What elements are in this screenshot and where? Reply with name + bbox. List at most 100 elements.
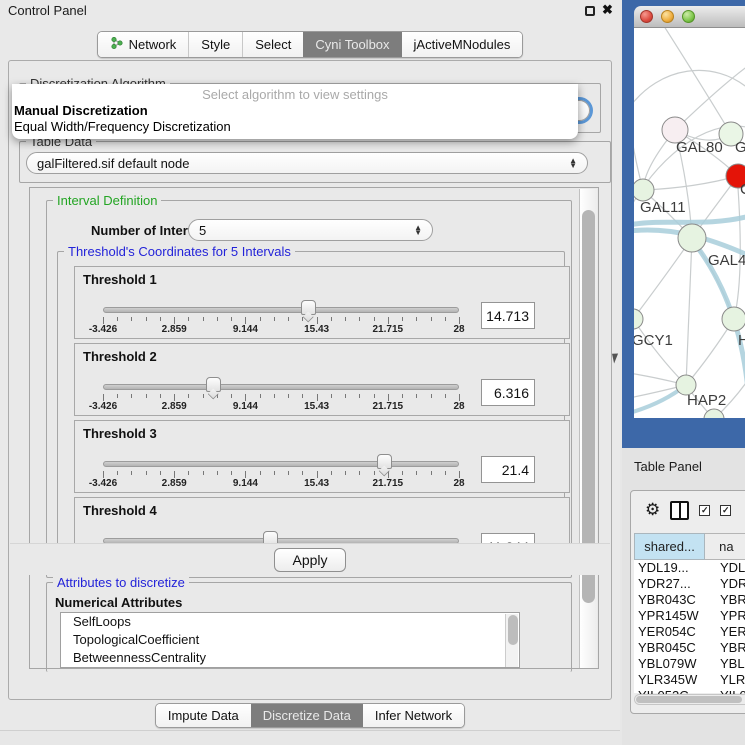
attributes-list-scrollbar-thumb[interactable] [508,615,518,645]
slider-tick [188,394,189,398]
checkbox-checked-icon[interactable]: ✓ [720,505,731,516]
zoom-traffic-light-icon[interactable] [682,10,695,23]
table-cell-name[interactable]: YPR1 [715,608,745,624]
slider-tick [359,471,360,475]
tab-jactivemnodules[interactable]: jActiveMNodules [402,32,523,57]
table-cell-name[interactable]: YBL0 [715,656,745,672]
table-cell-name[interactable]: YLR3 [715,672,745,688]
threshold-3-slider-track[interactable] [103,461,459,467]
bottom-tab-discretize-data[interactable]: Discretize Data [251,704,363,727]
algorithm-option-equal-width[interactable]: Equal Width/Frequency Discretization [14,119,574,134]
close-traffic-light-icon[interactable] [640,10,653,23]
slider-tick-label: 2.859 [162,324,187,335]
settings-vertical-scrollbar[interactable] [579,189,597,668]
slider-tick [231,471,232,475]
slider-tick [245,471,246,478]
table-cell-shared-name[interactable]: YDR27... [634,576,715,592]
table-cell-shared-name[interactable]: YLR345W [634,672,715,688]
network-canvas[interactable]: GAL80GACGAL11GAL4GCY1HHAP2 [634,28,745,418]
attribute-item-topologicalcoefficient[interactable]: TopologicalCoefficient [61,631,519,649]
threshold-2-slider-track[interactable] [103,384,459,390]
table-row[interactable]: YBR043CYBR0 [634,592,745,608]
algorithm-option-manual[interactable]: Manual Discretization [14,103,574,118]
numerical-attributes-list[interactable]: SelfLoopsTopologicalCoefficientBetweenne… [60,612,520,668]
split-columns-icon[interactable] [670,501,689,520]
bottom-tab-infer-network-label: Infer Network [375,708,452,723]
threshold-3-slider-thumb[interactable] [377,454,392,469]
attribute-item-selfloops[interactable]: SelfLoops [61,613,519,631]
table-row[interactable]: YDR27...YDR2 [634,576,745,592]
table-cell-name[interactable]: YER0 [715,624,745,640]
threshold-1-slider-thumb[interactable] [301,300,316,315]
slider-tick [131,471,132,475]
table-horizontal-scrollbar[interactable] [634,694,745,705]
threshold-2-value-field[interactable]: 6.316 [481,379,535,406]
apply-button[interactable]: Apply [274,548,346,572]
bottom-tab-infer-network[interactable]: Infer Network [363,704,464,727]
node-table: shared... na YDL19...YDL1YDR27...YDR2YBR… [634,533,745,693]
tab-select-label: Select [255,37,291,52]
slider-tick [260,471,261,475]
slider-tick [203,394,204,398]
table-row[interactable]: YDL19...YDL1 [634,560,745,576]
table-cell-name[interactable]: YDR2 [715,576,745,592]
table-row[interactable]: YBR045CYBR0 [634,640,745,656]
network-node-gcy1[interactable] [634,309,643,329]
network-node[interactable] [704,409,724,418]
table-cell-shared-name[interactable]: YBR045C [634,640,715,656]
table-header-name[interactable]: na [705,533,745,560]
slider-tick [260,394,261,398]
slider-tick [131,394,132,398]
table-cell-name[interactable]: YBR0 [715,640,745,656]
threshold-1-slider-track[interactable] [103,307,459,313]
table-cell-shared-name[interactable]: YBR043C [634,592,715,608]
table-cell-shared-name[interactable]: YBL079W [634,656,715,672]
table-row[interactable]: YER054CYER0 [634,624,745,640]
cyni-toolbox-panel: Discretization Algorithm ▲▼ Table Data g… [8,60,612,700]
tab-style[interactable]: Style [188,32,242,57]
slider-tick [445,317,446,321]
table-cell-name[interactable]: YDL1 [715,560,745,576]
table-horizontal-scrollbar-thumb[interactable] [636,696,742,703]
float-icon[interactable] [585,6,595,16]
network-node-gal4[interactable] [678,224,706,252]
tab-select[interactable]: Select [242,32,303,57]
network-node-h[interactable] [722,307,745,331]
threshold-3-value-field[interactable]: 21.4 [481,456,535,483]
slider-tick [203,471,204,475]
close-icon[interactable]: ✖ [602,2,613,18]
tab-cyni-toolbox[interactable]: Cyni Toolbox [303,32,401,57]
table-cell-name[interactable]: YBR0 [715,592,745,608]
attribute-item-betweennesscentrality[interactable]: BetweennessCentrality [61,649,519,667]
minimize-traffic-light-icon[interactable] [661,10,674,23]
screen: Control Panel ✖ NetworkStyleSelectCyni T… [0,0,745,745]
attributes-group-title: Attributes to discretize [53,575,189,590]
threshold-1-box: Threshold 1-3.4262.8599.14415.4321.71528… [74,266,570,339]
numerical-attributes-label: Numerical Attributes [55,595,182,610]
gear-icon[interactable]: ⚙ [645,502,660,518]
slider-tick [174,471,175,478]
slider-tick [345,317,346,321]
slider-tick [103,317,104,324]
table-row[interactable]: YLR345WYLR3 [634,672,745,688]
threshold-2-box: Threshold 2-3.4262.8599.14415.4321.71528… [74,343,570,416]
checkbox-checked-icon[interactable]: ✓ [699,505,710,516]
attributes-list-scrollbar[interactable] [505,614,518,668]
tab-style-label: Style [201,37,230,52]
bottom-tab-impute-data[interactable]: Impute Data [156,704,251,727]
number-of-intervals-combobox[interactable]: 5 ▲▼ [188,219,433,241]
threshold-1-value-field[interactable]: 14.713 [481,302,535,329]
table-data-combobox[interactable]: galFiltered.sif default node ▲▼ [26,152,588,174]
table-data-combobox-value: galFiltered.sif default node [37,156,189,171]
tab-network[interactable]: Network [98,32,189,57]
table-cell-shared-name[interactable]: YER054C [634,624,715,640]
slider-tick [359,394,360,398]
table-row[interactable]: YPR145WYPR1 [634,608,745,624]
table-cell-shared-name[interactable]: YPR145W [634,608,715,624]
table-header-shared-name[interactable]: shared... [634,533,705,560]
table-cell-shared-name[interactable]: YDL19... [634,560,715,576]
slider-tick [288,317,289,321]
table-row[interactable]: YBL079WYBL0 [634,656,745,672]
threshold-2-slider-thumb[interactable] [206,377,221,392]
network-node-gal11[interactable] [634,179,654,201]
